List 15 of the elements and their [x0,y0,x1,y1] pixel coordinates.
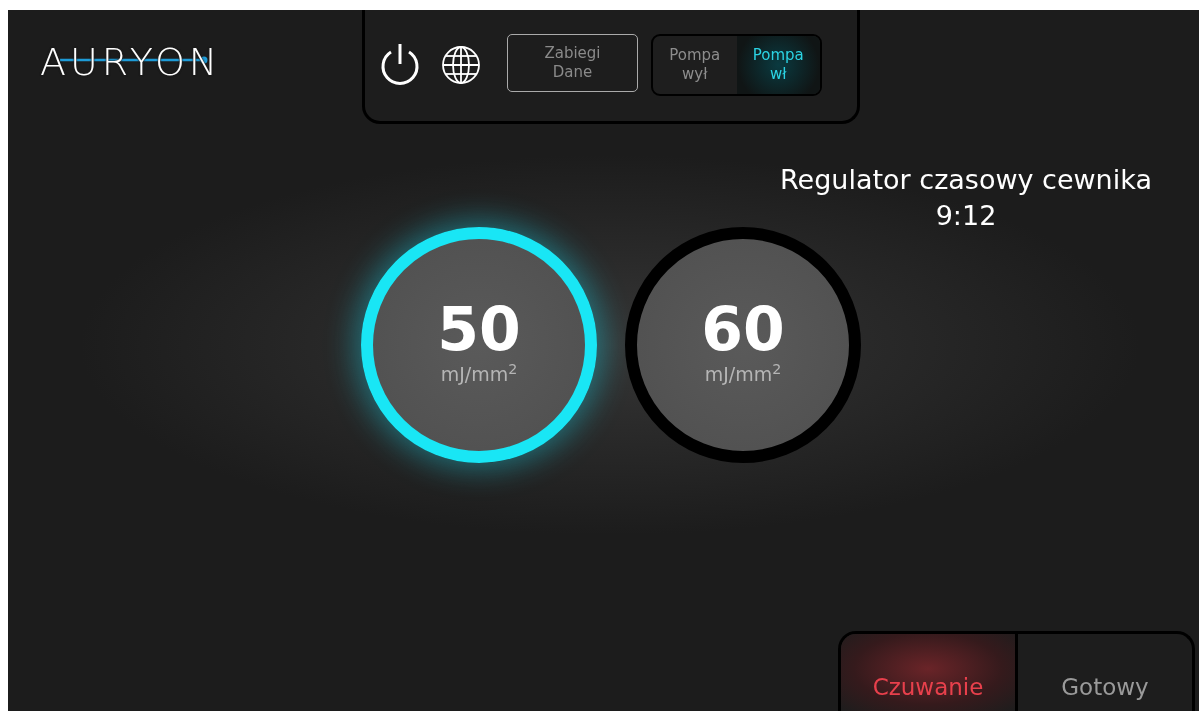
dose-dial[interactable]: 50 mJ/mm$^{2}$ [361,227,597,463]
globe-icon[interactable] [441,45,481,85]
mode-option[interactable]: Czuwanie [841,634,1015,711]
dose-unit: mJ/mm$^{2}$ [440,361,518,387]
dose-dial[interactable]: 60 mJ/mm$^{2}$ [625,227,861,463]
dose-value: 50 [437,297,521,361]
dose-value: 60 [701,297,785,361]
menu-button[interactable]: Zabiegi Dane [507,34,638,92]
mode-option[interactable]: Gotowy [1015,634,1192,711]
dose-unit: mJ/mm$^{2}$ [704,361,782,387]
timer-value: 9:12 [934,199,998,233]
timer-title: Regulator czasowy cewnika [779,163,1153,197]
power-icon[interactable] [379,42,421,88]
pump-option[interactable]: Pompa wył [653,36,737,94]
pump-option[interactable]: Pompa wł [736,36,820,94]
